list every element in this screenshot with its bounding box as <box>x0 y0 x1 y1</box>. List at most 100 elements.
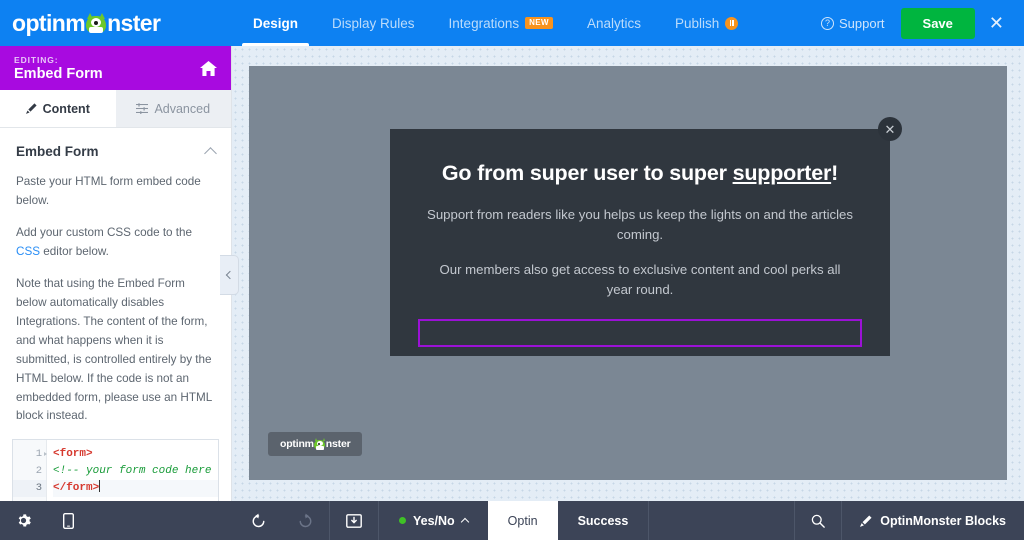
main-nav: Design Display Rules Integrations NEW An… <box>236 0 809 46</box>
line-number: 2 <box>13 463 46 480</box>
sidebar-collapse-handle[interactable] <box>220 255 239 295</box>
popup-body-1[interactable]: Support from readers like you helps us k… <box>425 205 855 246</box>
popup-body-2[interactable]: Our members also get access to exclusive… <box>425 260 855 301</box>
status-dot <box>398 517 406 524</box>
code-line: </form> <box>53 480 218 498</box>
brand-text: optinm nster <box>12 9 161 37</box>
chevron-left-icon <box>225 270 235 280</box>
pencil-icon <box>860 514 872 527</box>
code-token-tag: </form> <box>53 482 100 495</box>
undo-button[interactable] <box>235 501 282 540</box>
sidebar-tabs: Content Advanced <box>0 90 231 128</box>
headline-before: Go from super user to super <box>441 161 733 185</box>
nav-label: Analytics <box>586 15 641 31</box>
editing-header: EDITING: Embed Form <box>0 46 231 90</box>
nav-label: Integrations <box>448 15 520 31</box>
pencil-icon <box>25 103 37 114</box>
optin-popup-preview: ✕ Go from super user to super supporter!… <box>390 117 902 356</box>
tab-advanced[interactable]: Advanced <box>115 90 231 127</box>
top-right-actions: ? Support Save ✕ <box>809 0 1024 46</box>
css-editor-link[interactable]: CSS <box>16 245 40 258</box>
new-badge: NEW <box>525 17 553 29</box>
bottom-toolbar: Yes/No Optin Success OptinMonster Blocks <box>0 501 1024 540</box>
redo-icon <box>299 513 312 528</box>
editor-content[interactable]: <form> <!-- your form code here </form> <box>47 440 218 501</box>
nav-label: Display Rules <box>332 15 415 31</box>
optinmonster-logo[interactable]: optinm nster <box>0 0 236 46</box>
code-token-tag: <form> <box>53 448 93 461</box>
chevron-up-icon[interactable] <box>204 147 217 160</box>
html-code-editor[interactable]: 1 2 3 <form> <!-- your form code here </… <box>12 439 219 501</box>
tab-label: Content <box>42 101 90 116</box>
line-number: 1 <box>13 446 47 463</box>
view-tab-label: Yes/No <box>412 513 455 528</box>
nav-item-integrations[interactable]: Integrations NEW <box>432 0 570 46</box>
editing-title: Embed Form <box>14 65 103 82</box>
search-icon <box>812 514 826 528</box>
panel-header[interactable]: Embed Form <box>16 144 217 160</box>
close-icon[interactable]: ✕ <box>975 14 1016 32</box>
line-number-text: 2 <box>35 465 42 478</box>
save-template-button[interactable] <box>330 501 378 540</box>
editing-labels: EDITING: Embed Form <box>14 55 103 82</box>
support-button[interactable]: ? Support <box>809 16 897 31</box>
view-tab-success[interactable]: Success <box>558 501 649 540</box>
optinmonster-campaign-builder: optinm nster Design Display Rules Integr… <box>0 0 1024 540</box>
popup-headline[interactable]: Go from super user to super supporter! <box>442 161 838 186</box>
brand-suffix: nster <box>107 9 161 36</box>
toolbar-spacer-left <box>90 501 235 540</box>
code-line: <!-- your form code here <box>53 463 218 480</box>
nav-item-publish[interactable]: Publish <box>658 0 755 46</box>
embed-form-block[interactable] <box>418 318 862 347</box>
view-tab-label: Optin <box>507 513 538 528</box>
mobile-icon <box>63 512 74 529</box>
blocks-label: OptinMonster Blocks <box>880 513 1006 528</box>
undo-icon <box>252 513 265 528</box>
watermark-prefix: optinm <box>280 438 314 450</box>
editor-gutter: 1 2 3 <box>13 440 47 501</box>
nav-label: Design <box>253 15 299 31</box>
gear-icon <box>18 514 31 527</box>
headline-after: ! <box>831 161 839 185</box>
panel-paragraph-3: Note that using the Embed Form below aut… <box>16 276 212 423</box>
preview-stage: ✕ Go from super user to super supporter!… <box>249 66 1007 480</box>
view-tab-label: Success <box>577 513 629 528</box>
monster-icon <box>85 12 107 34</box>
popup-close-icon[interactable]: ✕ <box>878 117 902 141</box>
save-template-icon <box>346 513 362 528</box>
redo-button[interactable] <box>282 501 329 540</box>
embed-form-panel: Embed Form Paste your HTML form embed co… <box>0 128 231 426</box>
panel-paragraph-2: Add your custom CSS code to the CSS edit… <box>16 224 215 262</box>
optinmonster-watermark: optinm nster <box>268 432 363 456</box>
panel-title: Embed Form <box>16 144 99 159</box>
tab-content[interactable]: Content <box>0 90 116 127</box>
optinmonster-blocks-button[interactable]: OptinMonster Blocks <box>842 501 1024 540</box>
nav-item-analytics[interactable]: Analytics <box>570 0 658 46</box>
view-tab-yes-no[interactable]: Yes/No <box>379 501 488 540</box>
sliders-icon <box>136 103 149 114</box>
monster-icon <box>314 438 326 450</box>
nav-item-display-rules[interactable]: Display Rules <box>315 0 432 46</box>
view-tab-optin[interactable]: Optin <box>487 501 558 540</box>
panel-paragraph-1: Paste your HTML form embed code below. <box>16 175 201 207</box>
brand-prefix: optinm <box>12 9 86 36</box>
nav-item-design[interactable]: Design <box>236 0 315 46</box>
mobile-preview-button[interactable] <box>47 501 90 540</box>
line-number: 3 <box>13 480 46 498</box>
fold-arrow-icon[interactable] <box>44 452 47 457</box>
headline-underlined: supporter <box>732 161 832 185</box>
settings-button[interactable] <box>0 501 47 540</box>
design-canvas: ✕ Go from super user to super supporter!… <box>232 46 1024 501</box>
watermark-suffix: nster <box>325 438 351 450</box>
editing-kicker: EDITING: <box>14 54 59 65</box>
watermark-text: optinm nster <box>280 438 351 450</box>
tab-label: Advanced <box>154 101 211 116</box>
search-button[interactable] <box>795 501 841 540</box>
home-icon[interactable] <box>200 60 217 76</box>
line-number-text: 1 <box>35 448 42 461</box>
save-button[interactable]: Save <box>900 7 975 39</box>
paragraph-2-before: Add your custom CSS code to the <box>16 225 193 239</box>
nav-label: Publish <box>675 15 720 31</box>
top-navigation-bar: optinm nster Design Display Rules Integr… <box>0 0 1024 46</box>
pause-badge-icon <box>725 16 739 30</box>
